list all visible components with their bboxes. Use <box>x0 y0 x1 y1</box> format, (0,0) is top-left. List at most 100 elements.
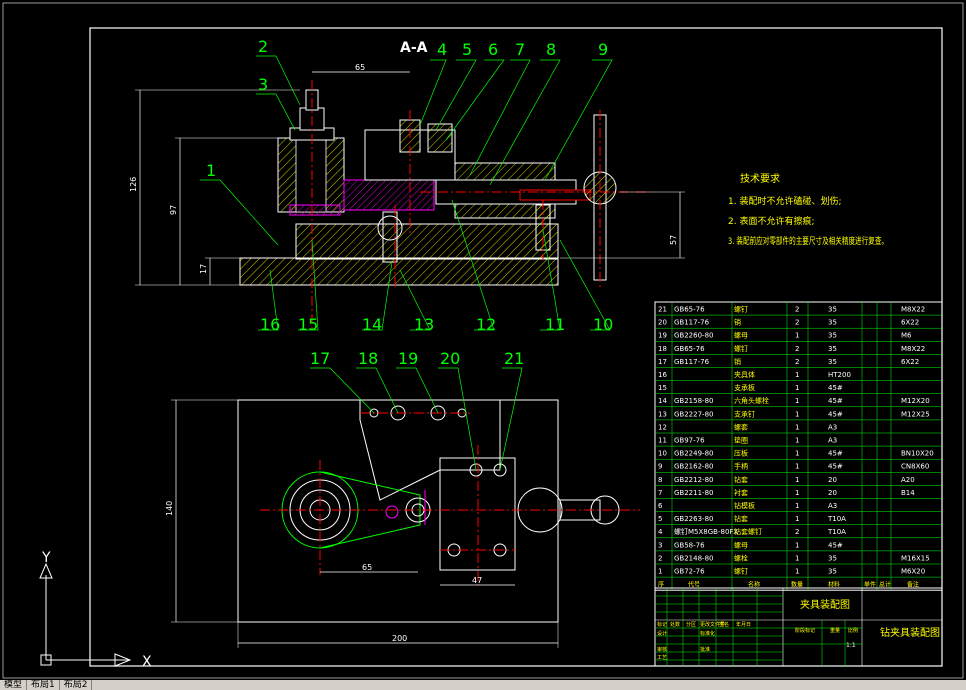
bom-note: BN10X20 <box>901 450 934 458</box>
callout-6: 6 <box>488 40 498 59</box>
bom-code: GB65-76 <box>674 345 705 353</box>
callout-9: 9 <box>598 40 608 59</box>
bom-code: GB58-76 <box>674 541 705 549</box>
bom-no: 14 <box>658 397 667 405</box>
tech-req-2: 2. 表面不允许有擦痕; <box>728 215 814 227</box>
bom-name: 夹具体 <box>734 370 755 379</box>
bom-qty: 1 <box>795 502 799 510</box>
bom-mat: 20 <box>828 476 837 484</box>
bom-mat: 35 <box>828 358 837 366</box>
tech-req-title: 技术要求 <box>740 172 780 185</box>
bom-qty: 1 <box>795 332 799 340</box>
bom-mat: 45# <box>828 410 843 418</box>
title-block: 夹具装配图 钻夹具装配图 阶段标记 重量 比例 1:1 标记 处数 分区 更改文件号签… <box>654 587 943 667</box>
bom-mat: T10A <box>827 515 846 523</box>
bom-note: 6X22 <box>901 358 919 366</box>
bom-mat: 45# <box>828 384 843 392</box>
bom-note: M6X20 <box>901 568 925 576</box>
sheet-border <box>2 2 964 679</box>
callout-11: 11 <box>545 315 565 334</box>
dim-plan-width: 200 <box>392 634 407 643</box>
bom-name: 钻套 <box>734 475 748 484</box>
bom-code: GB2260-80 <box>674 332 713 340</box>
bom-name: 螺栓 <box>734 553 748 562</box>
section-view: 126 97 17 65 57 <box>129 63 685 330</box>
base-body <box>239 257 559 286</box>
bom-code: GB2212-80 <box>674 476 713 484</box>
bom-name: 垫圈 <box>734 436 748 445</box>
bom-qty: 1 <box>795 463 799 471</box>
bom-qty: 1 <box>795 410 799 418</box>
bom-header-name: 名称 <box>748 581 760 589</box>
bom-no: 9 <box>658 463 662 471</box>
bom-mat: 45# <box>828 463 843 471</box>
bom-mat: 35 <box>828 345 837 353</box>
bom-code: GB117-76 <box>674 319 710 327</box>
bom-no: 19 <box>658 332 667 340</box>
tech-req-1: 1. 装配时不允许磕碰、划伤; <box>728 195 841 207</box>
bom-no: 21 <box>658 306 667 314</box>
tab-layout2[interactable]: 布局2 <box>60 680 93 690</box>
bom-no: 3 <box>658 541 662 549</box>
tab-layout1[interactable]: 布局1 <box>27 680 60 690</box>
bom-header-code: 代号 <box>688 581 700 589</box>
bom-qty: 1 <box>795 423 799 431</box>
bom-name: 销 <box>734 318 741 327</box>
bom-name: 销 <box>734 357 741 366</box>
dim-right-height: 57 <box>669 235 678 245</box>
bom-qty: 1 <box>795 476 799 484</box>
callout-16: 16 <box>260 315 280 334</box>
bom-no: 4 <box>658 528 663 536</box>
bom-no: 18 <box>658 345 667 353</box>
bom-qty: 1 <box>795 568 799 576</box>
dim-height-mid: 97 <box>169 205 178 215</box>
bom-name: 螺钉 <box>734 344 748 353</box>
tab-model[interactable]: 模型 <box>0 680 28 690</box>
callout-7: 7 <box>515 40 525 59</box>
callout-1: 1 <box>206 161 216 180</box>
title-block-label: 处数 <box>670 621 680 628</box>
callout-13: 13 <box>414 315 434 334</box>
bom-mat: 45# <box>828 397 843 405</box>
callout-21: 21 <box>504 349 524 368</box>
bom-qty: 2 <box>795 345 799 353</box>
bom-header-qty: 数量 <box>791 581 803 589</box>
drawing-frame <box>89 27 943 667</box>
title-block-label: 标记 <box>657 621 667 628</box>
bom-qty: 1 <box>795 437 799 445</box>
bom-mat: 45# <box>828 450 843 458</box>
bom-name: 螺母 <box>734 540 748 549</box>
bom-header-w1: 单件 <box>864 581 876 589</box>
bom-no: 16 <box>658 371 667 379</box>
callout-3: 3 <box>258 75 268 94</box>
bom-name: 螺母 <box>734 331 748 340</box>
bom-note: A20 <box>901 476 915 484</box>
dim-plan-47: 47 <box>472 576 482 585</box>
tech-req-3: 3. 装配前应对零部件的主要尺寸及相关精度进行复查。 <box>728 235 888 247</box>
bom-no: 13 <box>658 410 667 418</box>
bom-no: 8 <box>658 476 662 484</box>
bom-header-mat: 材料 <box>828 581 840 589</box>
bom-mat: A3 <box>828 437 837 445</box>
callout-12: 12 <box>476 315 496 334</box>
cad-drawing-canvas[interactable]: A-A 126 97 17 65 57 140 200 65 47 2 3 1 … <box>0 0 966 690</box>
title-block-label: 批准 <box>700 646 710 653</box>
bom-note: B14 <box>901 489 915 497</box>
bom-header-no: 序 <box>658 581 664 589</box>
callout-14: 14 <box>362 315 382 334</box>
callout-15: 15 <box>298 315 318 334</box>
bom-qty: 1 <box>795 397 799 405</box>
bom-qty: 1 <box>795 515 799 523</box>
callout-19: 19 <box>398 349 418 368</box>
title-block-label: 年月日 <box>736 621 751 628</box>
title-block-label: 审核 <box>657 646 667 653</box>
title-block-label: 设计 <box>657 630 667 637</box>
bom-table: 21 GB65-76 螺钉 2 35 M8X2220 GB117-76 销 2 35 6X2219 G… <box>654 301 943 591</box>
bom-no: 1 <box>658 568 662 576</box>
dim-plan-height: 140 <box>165 501 174 516</box>
callout-20: 20 <box>440 349 460 368</box>
drawing-name: 夹具装配图 <box>800 598 850 611</box>
bom-no: 17 <box>658 358 667 366</box>
bom-qty: 1 <box>795 541 799 549</box>
bom-qty: 2 <box>795 306 799 314</box>
